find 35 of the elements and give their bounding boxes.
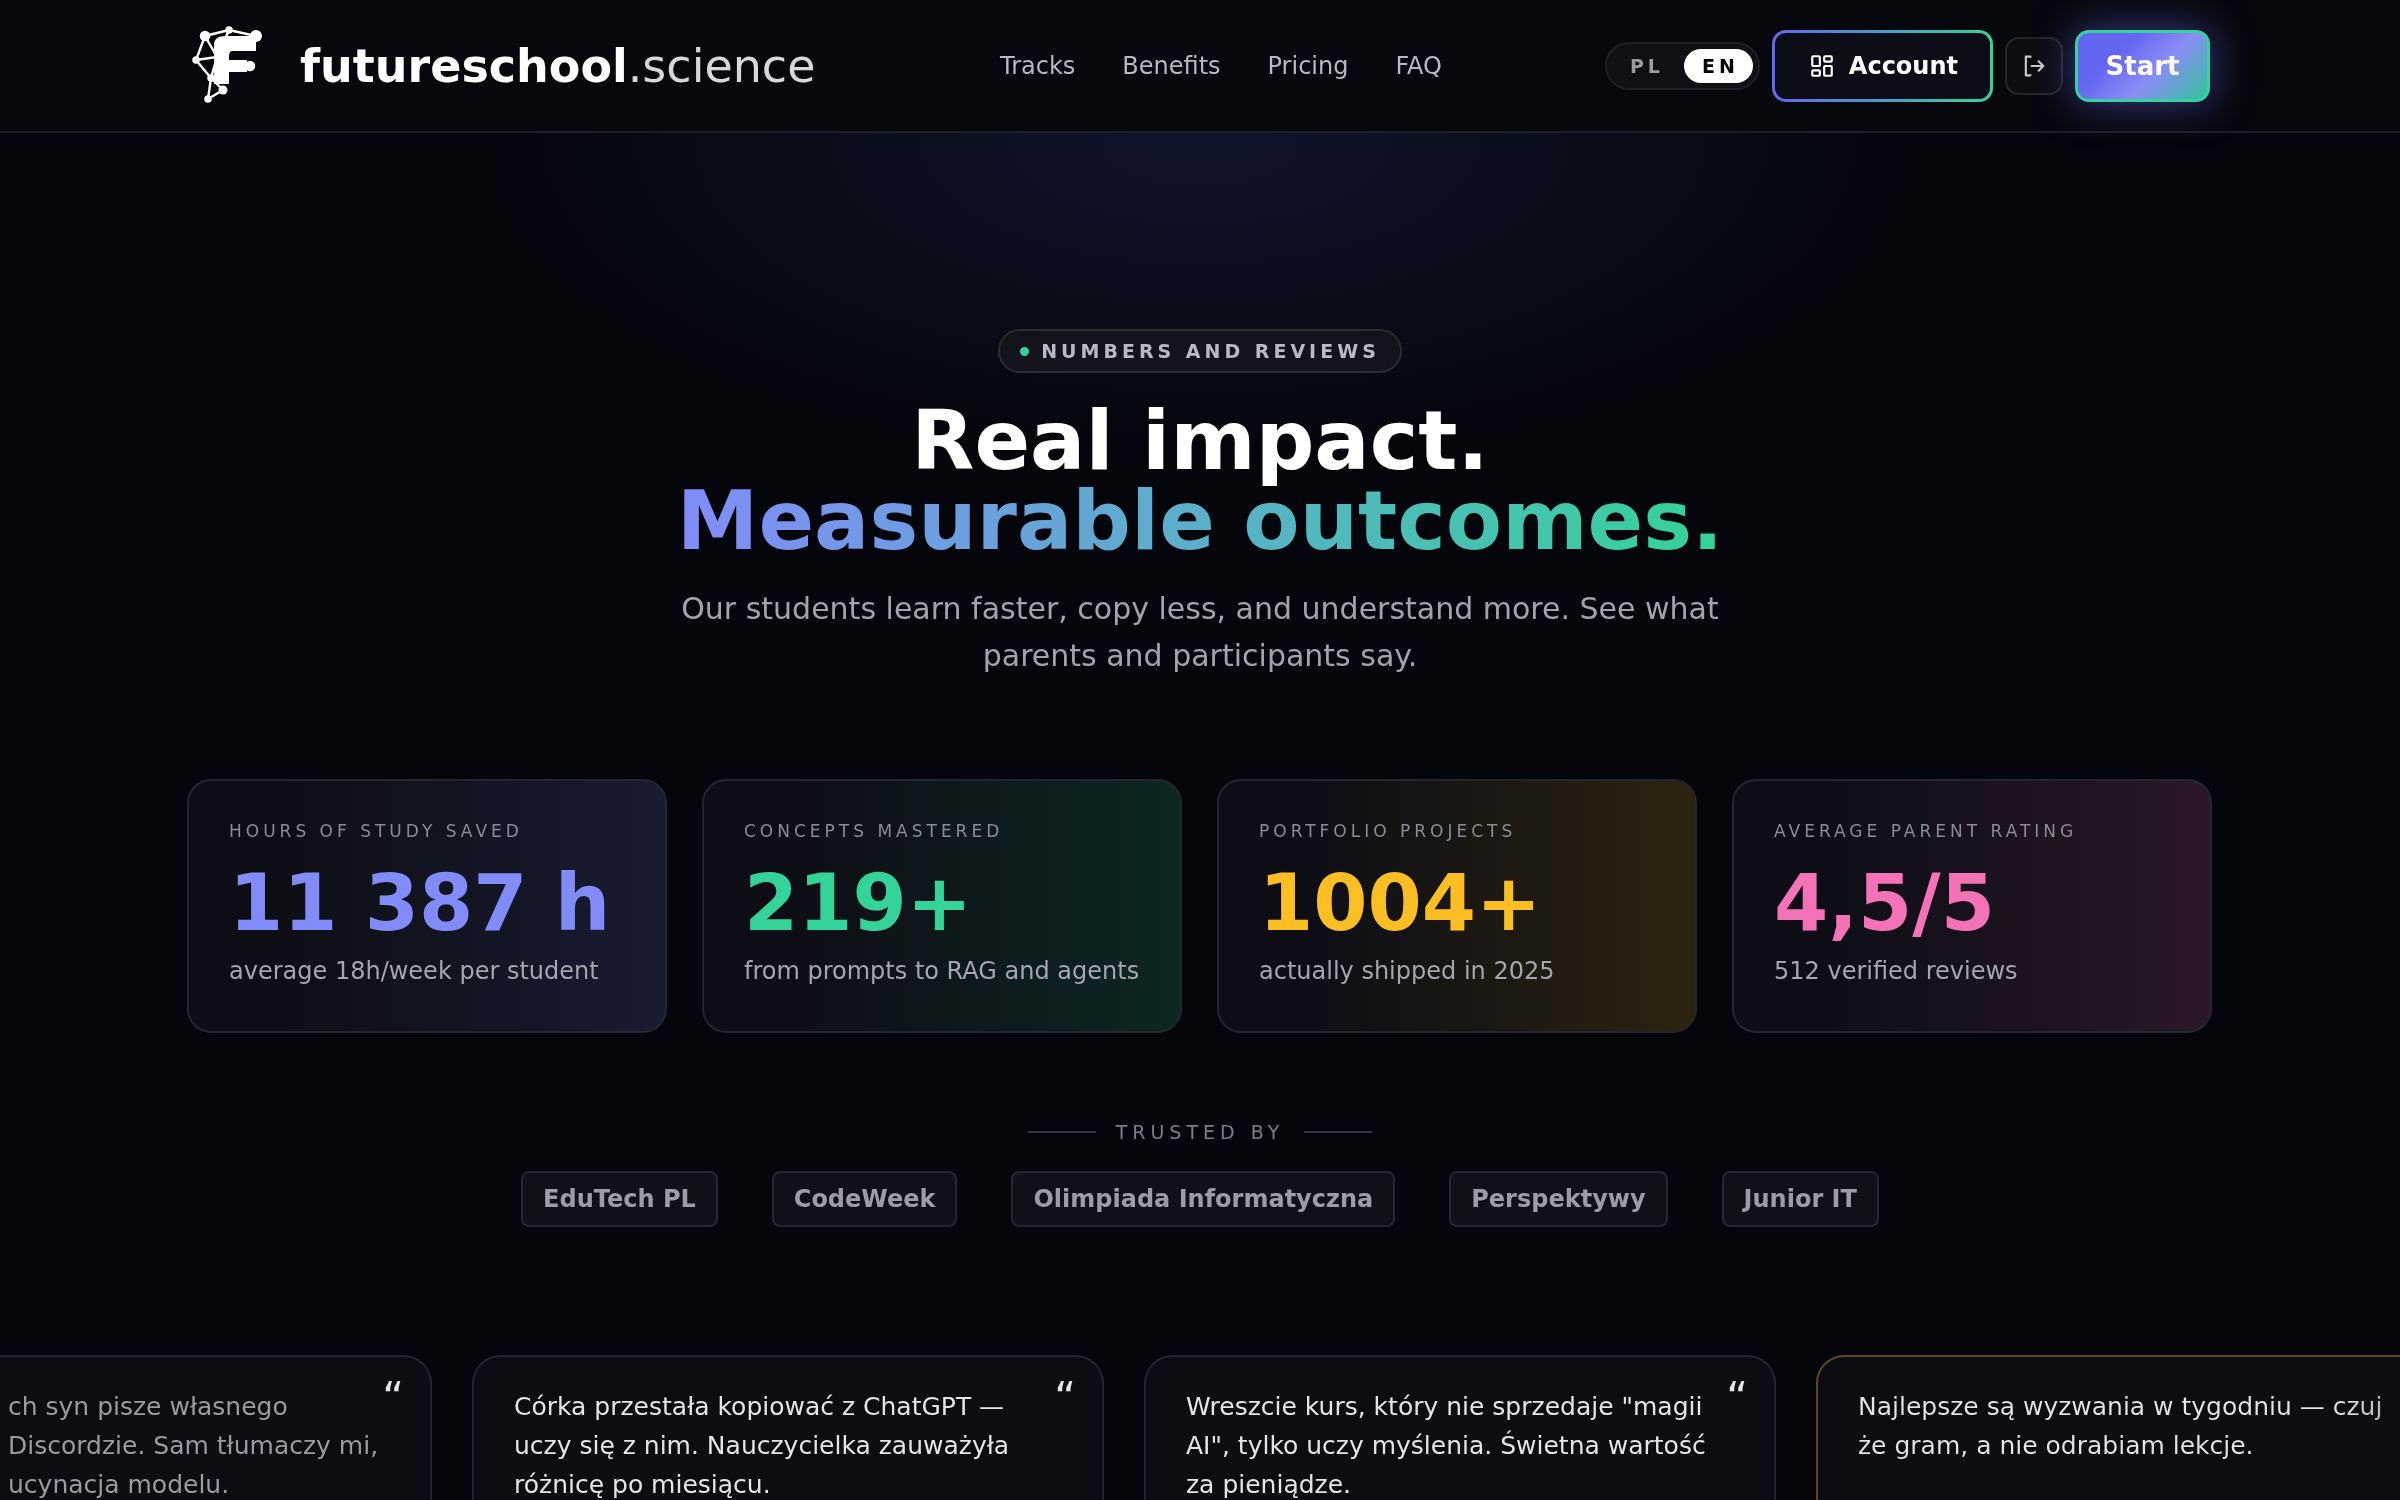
stat-value: 1004+ [1259, 857, 1542, 950]
stat-note: average 18h/week per student [229, 957, 600, 985]
quote-mark: “ [382, 1377, 404, 1419]
testimonial-text: ch syn pisze własnego Discordzie. Sam tłumaczy mi, ucynacja modelu. [8, 1391, 380, 1500]
quote-mark: “ [1726, 1377, 1748, 1419]
section-badge: NUMBERS AND REVIEWS [998, 329, 1402, 373]
nav-link[interactable]: Pricing [1267, 51, 1349, 80]
partner-chip: EduTech PL [521, 1171, 718, 1227]
stat-value: 11 387 h [229, 857, 611, 950]
stat-label: CONCEPTS MASTERED [744, 821, 1005, 841]
stat-value: 4,5/5 [1774, 857, 1995, 950]
stat-note: from prompts to RAG and agents [744, 957, 1140, 985]
language-option[interactable]: EN [1683, 48, 1753, 83]
stat-label: PORTFOLIO PROJECTS [1259, 821, 1518, 841]
nav-link[interactable]: Benefits [1122, 51, 1221, 80]
quote-mark: “ [1054, 1377, 1076, 1419]
stat-label: HOURS OF STUDY SAVED [229, 821, 524, 841]
partner-chip: Junior IT [1721, 1171, 1879, 1227]
testimonial-text: Córka przestała kopiować z ChatGPT — uczy się z nim. Nauczycielka zauważyła różnicę po miesiącu. [514, 1391, 1011, 1500]
nav-link[interactable]: Tracks [1000, 51, 1076, 80]
partner-chip: CodeWeek [771, 1171, 958, 1227]
logout-button[interactable] [2005, 36, 2063, 95]
grid-icon [1808, 52, 1835, 79]
hero-subtitle: Our students learn faster, copy less, and understand more. See what parents and participants say. [680, 590, 1720, 675]
stat-value: 219+ [744, 857, 973, 950]
partner-chip: Olimpiada Informatyczna [1011, 1171, 1396, 1227]
stat-label: AVERAGE PARENT RATING [1774, 821, 2079, 841]
stat-note: actually shipped in 2025 [1259, 957, 1556, 985]
language-option[interactable]: PL [1611, 48, 1678, 83]
testimonial-text: Wreszcie kurs, który nie sprzedaje "magii AI", tylko uczy myślenia. Świetna wartość za pieniądze. [1186, 1391, 1707, 1500]
trusted-heading: TRUSTED BY [1115, 1121, 1285, 1143]
nav-link[interactable]: FAQ [1395, 51, 1442, 80]
logo-text[interactable]: futureschool.science [300, 38, 816, 93]
stat-note: 512 verified reviews [1774, 957, 2019, 985]
partner-chip: Perspektywy [1449, 1171, 1668, 1227]
